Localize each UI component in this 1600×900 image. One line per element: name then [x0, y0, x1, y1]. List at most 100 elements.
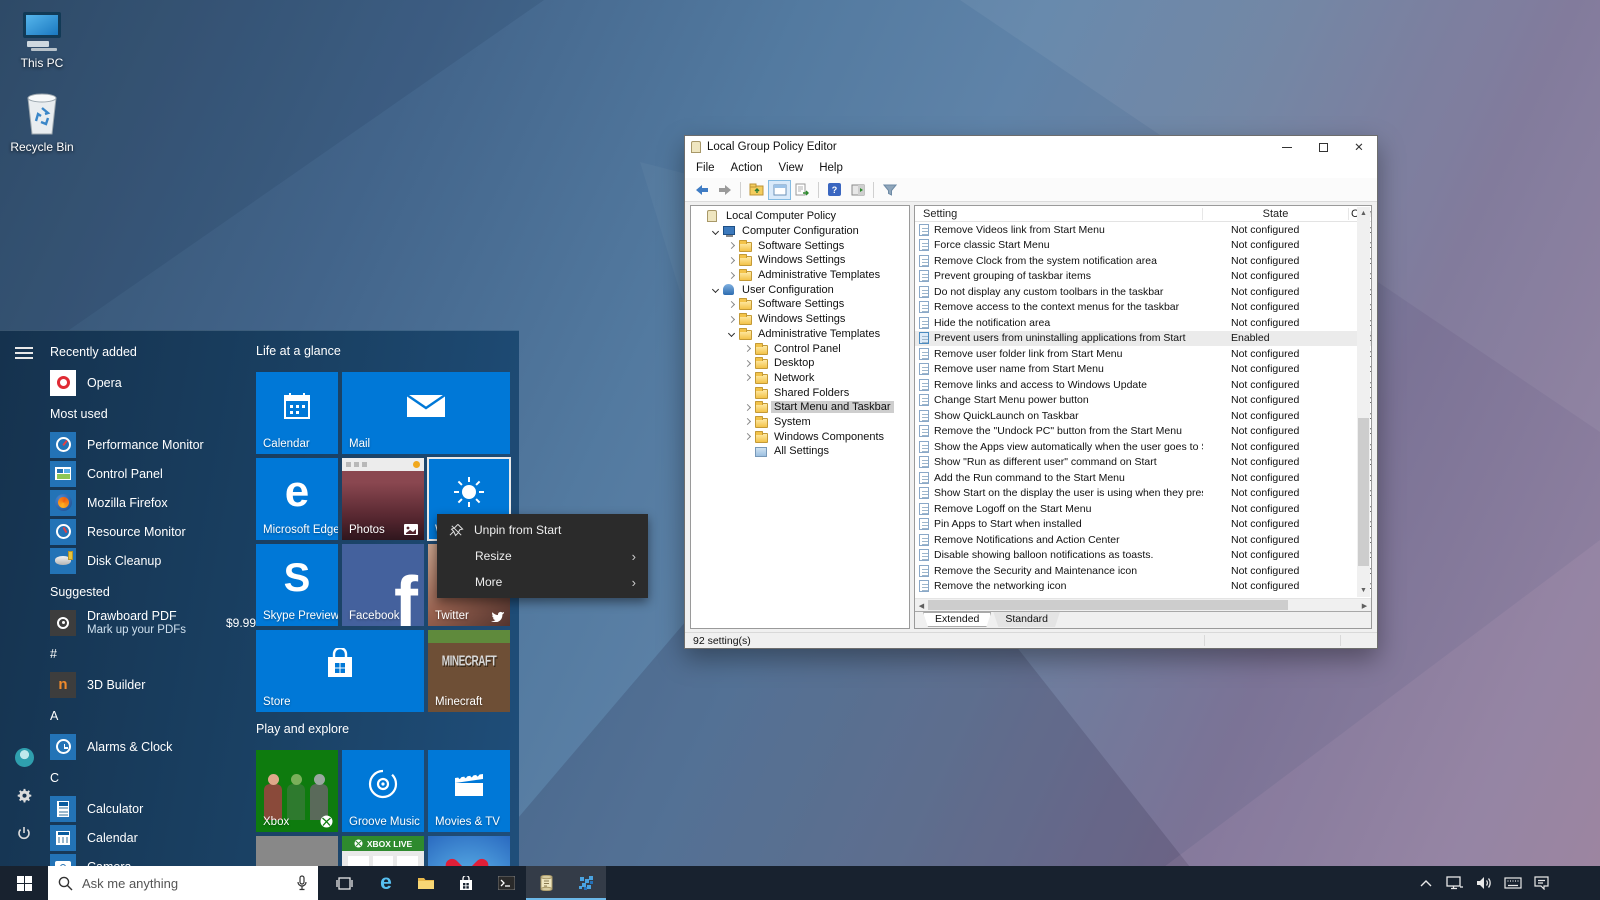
- setting-row[interactable]: Remove the Security and Maintenance icon…: [915, 563, 1371, 579]
- menu-help[interactable]: Help: [811, 162, 851, 174]
- expand-chevron-icon[interactable]: [744, 404, 751, 411]
- tile-candy[interactable]: [428, 836, 510, 866]
- volume-icon[interactable]: [1469, 866, 1498, 900]
- edge-icon[interactable]: e: [366, 866, 406, 900]
- expand-chevron-icon[interactable]: [744, 345, 751, 352]
- tree-item-user-configuration[interactable]: User Configuration: [691, 282, 909, 297]
- tile-skype-preview[interactable]: S Skype Preview: [256, 544, 338, 626]
- tile-xbox[interactable]: Xbox: [256, 750, 338, 832]
- menu-view[interactable]: View: [771, 162, 812, 174]
- collapse-chevron-icon[interactable]: [728, 330, 735, 337]
- help-icon[interactable]: ?: [823, 180, 846, 200]
- expand-chevron-icon[interactable]: [728, 301, 735, 308]
- tree-item-windows-settings[interactable]: Windows Settings: [691, 253, 909, 268]
- tree-item-local-computer-policy[interactable]: Local Computer Policy: [691, 209, 909, 224]
- setting-row[interactable]: Disable showing balloon notifications as…: [915, 548, 1371, 564]
- app-list-item-control-panel[interactable]: Control Panel: [50, 459, 256, 488]
- tile-loading[interactable]: [256, 836, 338, 866]
- menu-action[interactable]: Action: [723, 162, 771, 174]
- setting-row[interactable]: Remove Logoff on the Start MenuNot confi…: [915, 501, 1371, 517]
- expand-chevron-icon[interactable]: [744, 374, 751, 381]
- hidden-icons-chevron-icon[interactable]: [1411, 866, 1440, 900]
- app-list-item-camera[interactable]: Camera: [50, 852, 256, 866]
- tree-item-windows-components[interactable]: Windows Components: [691, 429, 909, 444]
- setting-row[interactable]: Add the Run command to the Start MenuNot…: [915, 470, 1371, 486]
- setting-row[interactable]: Remove Clock from the system notificatio…: [915, 253, 1371, 269]
- horizontal-scrollbar[interactable]: ◀ ▶: [915, 598, 1371, 611]
- app-list-item-drawboard-pdf[interactable]: Drawboard PDFMark up your PDFs$9.99: [50, 608, 256, 637]
- setting-row[interactable]: Remove Videos link from Start MenuNot co…: [915, 222, 1371, 238]
- collapse-chevron-icon[interactable]: [712, 286, 719, 293]
- desktop-icon-this-pc[interactable]: This PC: [2, 6, 82, 70]
- tile-movies-tv[interactable]: Movies & TV: [428, 750, 510, 832]
- app-list-item-performance-monitor[interactable]: Performance Monitor: [50, 430, 256, 459]
- column-header-setting[interactable]: Setting: [915, 208, 1203, 220]
- file-explorer-icon[interactable]: [406, 866, 446, 900]
- command-prompt-icon[interactable]: [486, 866, 526, 900]
- tree-item-system[interactable]: System: [691, 415, 909, 430]
- setting-row[interactable]: Hide the notification areaNot configured…: [915, 315, 1371, 331]
- app-list-item-disk-cleanup[interactable]: Disk Cleanup: [50, 546, 256, 575]
- context-menu-item-unpin[interactable]: Unpin from Start: [437, 517, 648, 543]
- context-menu-item-resize[interactable]: Resize ›: [437, 543, 648, 569]
- action-center-icon[interactable]: [1527, 866, 1556, 900]
- expand-chevron-icon[interactable]: [728, 242, 735, 249]
- setting-row[interactable]: Do not display any custom toolbars in th…: [915, 284, 1371, 300]
- maximize-button[interactable]: [1305, 136, 1341, 158]
- setting-row[interactable]: Remove the networking iconNot configured…: [915, 579, 1371, 595]
- back-icon[interactable]: [690, 180, 713, 200]
- scroll-left-arrow[interactable]: ◀: [915, 599, 928, 612]
- app-list-item-resource-monitor[interactable]: Resource Monitor: [50, 517, 256, 546]
- tile-photos[interactable]: Photos: [342, 458, 424, 540]
- tree-item-shared-folders[interactable]: Shared Folders: [691, 385, 909, 400]
- desktop-icon-recycle-bin[interactable]: Recycle Bin: [2, 90, 82, 154]
- tile-xbox-live[interactable]: XBOX LIVE: [342, 836, 424, 866]
- app-list-item-mozilla-firefox[interactable]: Mozilla Firefox: [50, 488, 256, 517]
- tree-item-administrative-templates[interactable]: Administrative Templates: [691, 268, 909, 283]
- column-header-state[interactable]: State: [1203, 208, 1349, 220]
- setting-row[interactable]: Show QuickLaunch on TaskbarNot configure…: [915, 408, 1371, 424]
- tree-item-network[interactable]: Network: [691, 371, 909, 386]
- setting-row[interactable]: Remove access to the context menus for t…: [915, 300, 1371, 316]
- app-list-item-3d-builder[interactable]: n3D Builder: [50, 670, 256, 699]
- tree-item-control-panel[interactable]: Control Panel: [691, 341, 909, 356]
- setting-row[interactable]: Remove links and access to Windows Updat…: [915, 377, 1371, 393]
- hamburger-icon[interactable]: [15, 347, 33, 362]
- setting-row[interactable]: Show the Apps view automatically when th…: [915, 439, 1371, 455]
- expand-chevron-icon[interactable]: [744, 433, 751, 440]
- tile-microsoft-edge[interactable]: e Microsoft Edge: [256, 458, 338, 540]
- tile-minecraft[interactable]: MINECRAFT Minecraft: [428, 630, 510, 712]
- scroll-up-arrow[interactable]: ▲: [1357, 207, 1370, 220]
- show-action-pane-icon[interactable]: [846, 180, 869, 200]
- cortana-search-box[interactable]: [48, 866, 318, 900]
- tile-groove-music[interactable]: Groove Music: [342, 750, 424, 832]
- tree-item-desktop[interactable]: Desktop: [691, 356, 909, 371]
- filter-icon[interactable]: [878, 180, 901, 200]
- show-console-tree-icon[interactable]: [768, 180, 791, 200]
- expand-chevron-icon[interactable]: [728, 316, 735, 323]
- expand-chevron-icon[interactable]: [728, 272, 735, 279]
- start-button[interactable]: [0, 866, 48, 900]
- export-list-icon[interactable]: [791, 180, 814, 200]
- expand-chevron-icon[interactable]: [744, 418, 751, 425]
- tab-standard[interactable]: Standard: [993, 612, 1060, 627]
- expand-chevron-icon[interactable]: [744, 360, 751, 367]
- app-list-item-calculator[interactable]: Calculator: [50, 794, 256, 823]
- close-button[interactable]: ✕: [1341, 136, 1377, 158]
- app-list-item-alarms-clock[interactable]: Alarms & Clock: [50, 732, 256, 761]
- tree-item-software-settings[interactable]: Software Settings: [691, 238, 909, 253]
- group-policy-editor-icon[interactable]: [526, 866, 566, 900]
- network-icon[interactable]: [1440, 866, 1469, 900]
- tree-item-software-settings[interactable]: Software Settings: [691, 297, 909, 312]
- app-list-item-opera[interactable]: Opera: [50, 368, 256, 397]
- setting-row[interactable]: Remove user name from Start MenuNot conf…: [915, 362, 1371, 378]
- setting-row[interactable]: Remove the "Undock PC" button from the S…: [915, 424, 1371, 440]
- scroll-right-arrow[interactable]: ▶: [1358, 599, 1371, 612]
- setting-row[interactable]: Remove Notifications and Action CenterNo…: [915, 532, 1371, 548]
- search-input[interactable]: [82, 876, 287, 891]
- tree-item-all-settings[interactable]: All Settings: [691, 444, 909, 459]
- horizontal-scroll-thumb[interactable]: [928, 600, 1288, 610]
- context-menu-item-more[interactable]: More ›: [437, 569, 648, 595]
- power-icon[interactable]: [16, 826, 32, 842]
- tree-item-computer-configuration[interactable]: Computer Configuration: [691, 224, 909, 239]
